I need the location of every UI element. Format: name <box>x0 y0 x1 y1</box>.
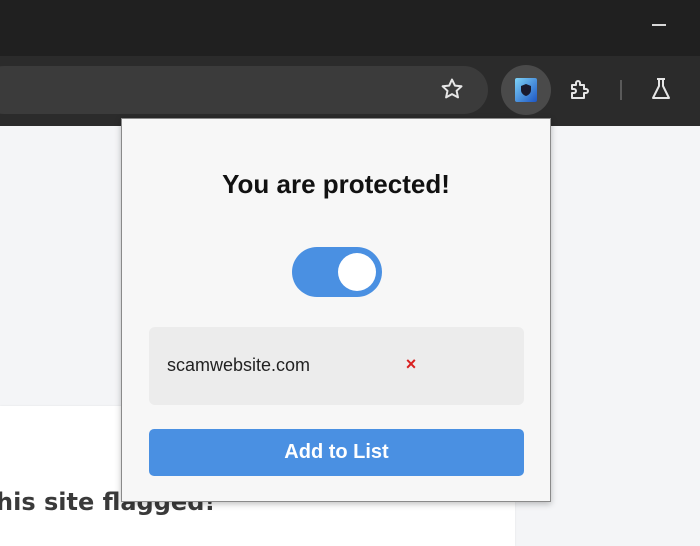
extension-popup: You are protected! scamwebsite.com × Add… <box>121 118 551 502</box>
add-to-list-button[interactable]: Add to List <box>149 429 524 476</box>
extension-button[interactable] <box>501 65 551 115</box>
minimize-icon[interactable] <box>652 24 666 26</box>
shield-extension-icon <box>515 78 537 102</box>
remove-site-button[interactable]: × <box>403 354 419 374</box>
puzzle-icon[interactable] <box>568 78 592 102</box>
flask-icon[interactable] <box>650 77 672 101</box>
popup-title: You are protected! <box>222 169 450 199</box>
protection-toggle[interactable] <box>292 247 382 297</box>
list-item: scamwebsite.com × <box>149 327 524 405</box>
browser-toolbar <box>0 56 700 126</box>
toolbar-divider <box>620 80 622 100</box>
address-bar[interactable] <box>0 66 488 114</box>
star-icon[interactable] <box>440 77 464 101</box>
toggle-knob <box>338 253 376 291</box>
browser-titlebar <box>0 0 700 56</box>
blocked-site-label: scamwebsite.com <box>167 355 311 375</box>
